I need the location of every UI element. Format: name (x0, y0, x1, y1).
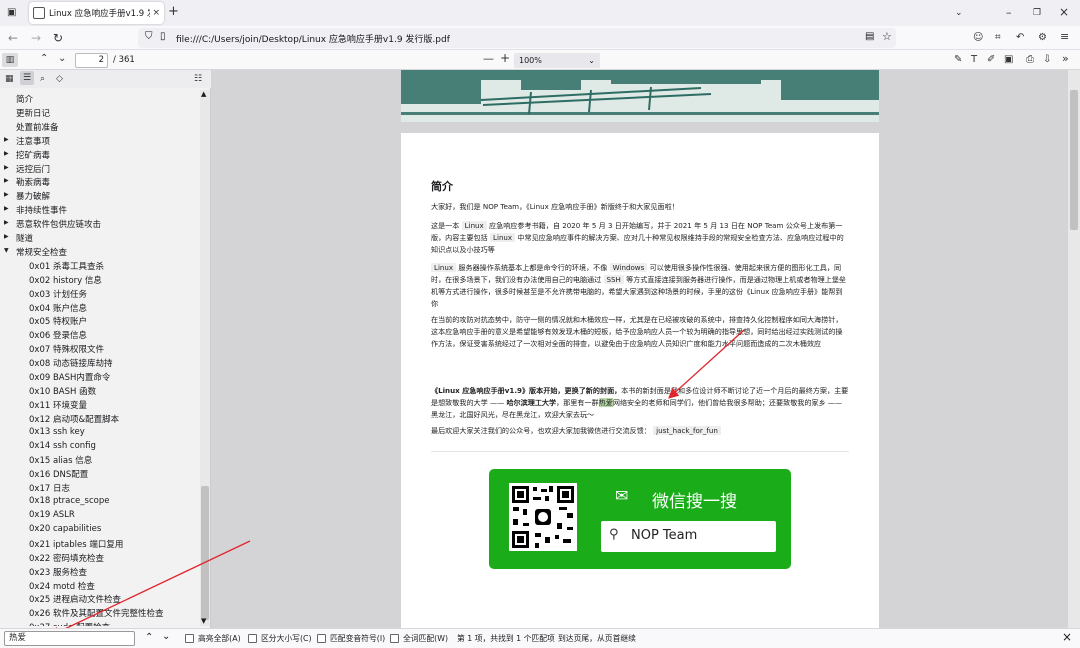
find-previous-icon[interactable]: ⌃ (145, 632, 153, 643)
highlight-all-checkbox[interactable] (185, 634, 194, 643)
find-result: 第 1 项，共找到 1 个匹配项 (457, 634, 555, 643)
match-case-label: 区分大小写(C) (261, 634, 312, 643)
whole-words-checkbox[interactable] (390, 634, 399, 643)
match-diacritics-checkbox[interactable] (317, 634, 326, 643)
close-findbar-icon[interactable]: × (1062, 630, 1072, 644)
match-case-checkbox[interactable] (248, 634, 257, 643)
annotation-arrows (49, 329, 745, 637)
arrow-to-match (668, 329, 745, 399)
arrow-to-findbar (49, 540, 251, 637)
find-input[interactable]: 热爱 (4, 631, 135, 646)
highlight-all-label: 高亮全部(A) (198, 634, 241, 643)
match-diacritics-label: 匹配变音符号(I) (330, 634, 386, 643)
find-status: 到达页尾，从页首继续 (558, 634, 636, 643)
whole-words-label: 全词匹配(W) (403, 634, 448, 643)
find-next-icon[interactable]: ⌄ (162, 631, 170, 642)
